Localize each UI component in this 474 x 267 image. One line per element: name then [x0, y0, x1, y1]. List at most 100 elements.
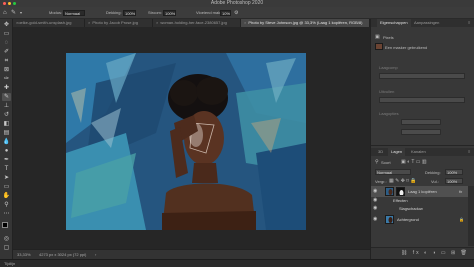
layer-row-selected[interactable]: ◉ Laag 1 kopiëren fx: [371, 186, 468, 197]
tab-layers[interactable]: Lagen: [388, 148, 406, 156]
painted-portrait-image: [66, 53, 306, 230]
screen-mode-icon[interactable]: ▢: [2, 244, 11, 252]
opacity-label: Dekking:: [106, 10, 122, 15]
tab-label: Photo by Steve Johnson.jpg @ 33,3% (Laag…: [248, 20, 363, 25]
quick-mask-icon[interactable]: ◎: [2, 235, 11, 243]
fx-icon[interactable]: fx: [459, 189, 462, 194]
status-arrow-icon[interactable]: ›: [95, 250, 96, 259]
layer-effects-row[interactable]: ◉ Effecten: [371, 197, 468, 205]
close-icon[interactable]: ×: [156, 19, 158, 27]
path-selection-tool-icon[interactable]: ➤: [2, 174, 11, 182]
panel-menu-icon[interactable]: ≡: [465, 148, 473, 156]
lasso-tool-icon[interactable]: ◌: [2, 39, 11, 47]
layers-panel-tabs: 3D Lagen Kanalen ≡: [371, 148, 474, 156]
foreground-color-swatch[interactable]: [2, 222, 8, 228]
properties-layer-label: Een masker gebruikend: [385, 45, 428, 50]
hand-tool-icon[interactable]: ✋: [2, 192, 11, 200]
move-tool-icon[interactable]: ✥: [2, 21, 11, 29]
home-icon[interactable]: ⌂: [3, 10, 7, 16]
blend-mode-select[interactable]: Normaal: [375, 169, 411, 175]
document-size: 4273 px x 3024 px (72 ppi): [39, 252, 87, 257]
healing-brush-tool-icon[interactable]: ✚: [2, 84, 11, 92]
eye-icon[interactable]: ◉: [373, 189, 378, 194]
brush-tool-icon[interactable]: ✎: [11, 10, 16, 16]
traffic-minimize-icon[interactable]: [8, 2, 11, 5]
layer-thumbnail: [385, 215, 394, 224]
lock-icon[interactable]: ▦ ✎ ✥ ⌑ 🔒: [389, 178, 416, 184]
effect-name[interactable]: Slagschaduw: [399, 206, 423, 211]
properties-button-2[interactable]: [401, 129, 441, 135]
eye-icon[interactable]: ◉: [373, 198, 378, 203]
properties-button-1[interactable]: [401, 119, 441, 125]
opacity-input[interactable]: 100%: [123, 10, 136, 16]
close-icon[interactable]: ×: [244, 19, 246, 27]
blur-tool-icon[interactable]: 💧: [2, 138, 11, 146]
crop-tool-icon[interactable]: ⌗: [2, 57, 11, 65]
layer-name[interactable]: Achtergrond: [397, 217, 419, 222]
smoothing-input[interactable]: 10%: [220, 10, 231, 16]
gear-icon[interactable]: ⚙: [234, 10, 238, 16]
zoom-tool-icon[interactable]: ⚲: [2, 201, 11, 209]
more-tools-icon[interactable]: ⋯: [2, 210, 11, 218]
properties-field-2[interactable]: [379, 97, 465, 103]
filter-icons[interactable]: ▣ ◐ T ▭ ▥: [401, 159, 427, 165]
search-icon[interactable]: ⚲: [375, 159, 379, 165]
tab-adjustments[interactable]: Aanpassingen: [411, 19, 442, 27]
timeline-tab[interactable]: Tijdlijn: [4, 260, 15, 267]
tab-document-1[interactable]: ×oelke-gold-smith-unsplash.jpg: [13, 19, 85, 27]
layers-footer-icons[interactable]: ⛓ fx ◐ ◑ ▭ ⊞ 🗑: [371, 247, 474, 259]
tab-document-2[interactable]: × Photo by Jacob Prose.jpg: [85, 19, 153, 27]
timeline-bar: Tijdlijn: [0, 259, 474, 267]
traffic-close-icon[interactable]: [3, 2, 6, 5]
brush-size-dropdown[interactable]: ▾: [20, 10, 22, 16]
mode-select[interactable]: Normaal: [63, 10, 85, 16]
eye-icon[interactable]: ◉: [373, 206, 378, 211]
tab-channels[interactable]: Kanalen: [408, 148, 429, 156]
tab-document-active[interactable]: × Photo by Steve Johnson.jpg @ 33,3% (Laa…: [241, 19, 370, 27]
gradient-tool-icon[interactable]: ▤: [2, 129, 11, 137]
layer-name[interactable]: Laag 1 kopiëren: [408, 189, 437, 194]
quick-select-tool-icon[interactable]: ✐: [2, 48, 11, 56]
photoshop-window: Adobe Photoshop 2020 ⌂ ✎ ▾ Modus: Normaa…: [0, 0, 474, 267]
lock-label: Vergr.:: [375, 179, 387, 184]
shape-tool-icon[interactable]: ▭: [2, 183, 11, 191]
fill-input[interactable]: 100%: [445, 178, 463, 184]
layer-effect-item[interactable]: ◉ Slagschaduw: [371, 205, 468, 213]
eyedropper-tool-icon[interactable]: ✑: [2, 75, 11, 83]
layer-opacity-label: Dekking:: [425, 170, 441, 175]
brush-tool-icon[interactable]: ✎: [2, 93, 11, 101]
window-title: Adobe Photoshop 2020: [210, 0, 264, 6]
properties-field-1[interactable]: [379, 73, 465, 79]
layer-mask-thumbnail[interactable]: [396, 187, 405, 196]
lock-icon[interactable]: 🔒: [459, 217, 464, 222]
clone-stamp-tool-icon[interactable]: ⊥: [2, 102, 11, 110]
artboard-tool-icon[interactable]: ▭: [2, 30, 11, 38]
effects-label[interactable]: Effecten: [393, 198, 408, 203]
pen-tool-icon[interactable]: ✒: [2, 156, 11, 164]
layers-scrollbar[interactable]: [468, 186, 474, 246]
history-brush-tool-icon[interactable]: ↺: [2, 111, 11, 119]
flow-input[interactable]: 100%: [163, 10, 176, 16]
right-panels: Eigenschappen Aanpassingen ≡ ▣ Pixels Ee…: [370, 19, 474, 259]
type-tool-icon[interactable]: T: [2, 165, 11, 173]
zoom-level[interactable]: 33,33%: [17, 250, 31, 259]
fill-label: Vul.:: [431, 179, 439, 184]
frame-tool-icon[interactable]: ⊠: [2, 66, 11, 74]
status-bar: 33,33% 4273 px x 3024 px (72 ppi) ›: [13, 249, 370, 259]
options-bar: ⌂ ✎ ▾ Modus: Normaal Dekking: 100% Stroo…: [0, 7, 474, 19]
eraser-tool-icon[interactable]: ◧: [2, 120, 11, 128]
properties-section-3: Laagopties: [379, 111, 399, 116]
eye-icon[interactable]: ◉: [373, 217, 378, 222]
tab-document-3[interactable]: × woman-holding-her-face-2380657.jpg: [153, 19, 241, 27]
traffic-zoom-icon[interactable]: [13, 2, 16, 5]
layer-kind-filter[interactable]: Soort: [381, 160, 391, 165]
tab-3d[interactable]: 3D: [375, 148, 386, 156]
document-image[interactable]: [66, 53, 306, 230]
title-bar: Adobe Photoshop 2020: [0, 0, 474, 7]
tab-properties[interactable]: Eigenschappen: [377, 19, 411, 27]
panel-menu-icon[interactable]: ≡: [465, 19, 473, 27]
close-icon[interactable]: ×: [88, 19, 90, 27]
layer-opacity-input[interactable]: 100%: [445, 169, 463, 175]
dodge-tool-icon[interactable]: ●: [2, 147, 11, 155]
layer-row-background[interactable]: ◉ Achtergrond 🔒: [371, 214, 468, 225]
